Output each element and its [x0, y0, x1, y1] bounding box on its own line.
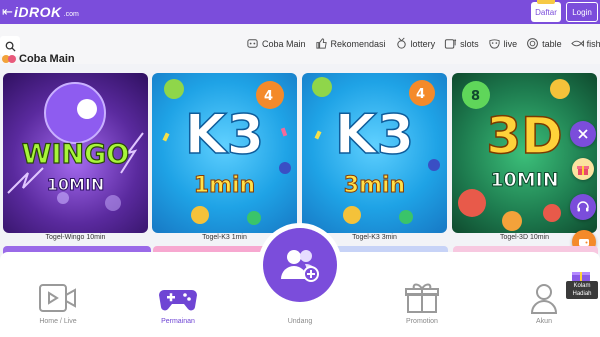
thumbs-up-icon — [315, 38, 327, 49]
gift-box-icon — [577, 166, 589, 175]
tab-promotion[interactable]: Promotion — [372, 282, 472, 325]
site-logo-suffix: .com — [63, 10, 79, 18]
invite-users-icon — [281, 250, 319, 282]
login-label: Login — [572, 7, 592, 17]
tab-lottery[interactable]: lottery — [395, 37, 436, 50]
gift-icon — [405, 283, 439, 313]
game-art-title: WINGO — [21, 138, 130, 170]
gift-box-button[interactable] — [572, 158, 594, 180]
close-icon — [578, 129, 588, 139]
tab-label: Promotion — [406, 318, 438, 325]
tab-table[interactable]: table — [526, 37, 562, 50]
game-card-wingo[interactable]: WINGO 10MIN Togel-Wingo 10min — [3, 73, 148, 248]
tab-label: Akun — [536, 318, 552, 325]
game-art: 4 K3 1min — [152, 73, 297, 233]
game-card-k3-1min[interactable]: 4 K3 1min Togel-K3 1min — [152, 73, 297, 248]
tab-fish[interactable]: fish — [570, 37, 600, 50]
tab-label: Undang — [287, 318, 313, 325]
game-art-title: K3 — [184, 102, 265, 167]
game-art: 4 K3 3min — [302, 73, 447, 233]
game-card-k3-3min[interactable]: 4 K3 3min Togel-K3 3min — [302, 73, 447, 248]
medal-icon — [396, 37, 406, 49]
game-art: WINGO 10MIN — [3, 73, 148, 233]
top-header: ⇤ iDROK .com Daftar Login — [0, 0, 600, 24]
svg-text:8: 8 — [471, 89, 480, 104]
game-grid: WINGO 10MIN Togel-Wingo 10min 4 K3 1min — [3, 73, 600, 248]
register-label: Daftar — [535, 7, 557, 17]
svg-text:4: 4 — [416, 87, 425, 102]
prize-pool-button[interactable]: Kolam Hadiah — [566, 270, 598, 300]
close-button[interactable] — [570, 121, 596, 147]
tab-permainan[interactable]: Permainan — [128, 282, 228, 325]
game-name: Togel-Wingo 10min — [45, 234, 106, 241]
back-arrow-icon[interactable]: ⇤ — [2, 4, 14, 20]
category-nav: Coba Main Rekomendasi lottery slots live… — [0, 24, 600, 64]
prize-pool-label-line1: Kolam — [573, 283, 591, 289]
tab-home-live[interactable]: Home / Live — [8, 282, 108, 325]
tab-coba-main[interactable]: Coba Main — [246, 37, 306, 50]
game-art-subtitle: 1min — [193, 173, 256, 199]
tab-label: live — [503, 38, 518, 49]
tab-label: Coba Main — [262, 38, 306, 49]
tab-label: slots — [460, 38, 479, 49]
game-art-subtitle: 10MIN — [46, 175, 105, 195]
chip-icon — [527, 38, 539, 49]
slot-machine-icon — [444, 39, 457, 49]
site-logo[interactable]: iDROK — [14, 4, 62, 20]
mask-icon — [488, 39, 500, 49]
svg-text:4: 4 — [264, 89, 273, 104]
invite-button[interactable] — [258, 223, 342, 307]
tab-slots[interactable]: slots — [444, 37, 479, 50]
customer-service-button[interactable] — [570, 194, 596, 220]
category-tabs: Coba Main Rekomendasi lottery slots live… — [246, 37, 600, 50]
tab-label: Home / Live — [39, 318, 77, 325]
headset-icon — [577, 201, 589, 212]
search-icon — [5, 41, 16, 52]
tab-label: Rekomendasi — [330, 38, 386, 49]
section-heading: Coba Main — [2, 53, 75, 65]
tab-label: fish — [586, 38, 600, 49]
tab-label: table — [542, 38, 562, 49]
prize-pool-label-line2: Hadiah — [572, 291, 592, 297]
game-art-title: K3 — [334, 102, 415, 167]
fish-icon — [570, 40, 584, 47]
tab-label: lottery — [410, 38, 436, 49]
tab-live[interactable]: live — [488, 37, 518, 50]
section-title: Coba Main — [19, 53, 75, 65]
register-button[interactable]: Daftar — [531, 0, 561, 22]
login-button[interactable]: Login — [566, 2, 598, 22]
game-art-subtitle: 3min — [343, 173, 406, 199]
toys-icon — [247, 39, 258, 48]
app-screen: ⇤ iDROK .com Daftar Login Coba Main Reko… — [0, 0, 600, 337]
tab-label: Permainan — [161, 318, 195, 325]
toys-icon — [2, 55, 16, 63]
tab-rekomendasi[interactable]: Rekomendasi — [315, 37, 386, 50]
prize-pool-label: Kolam Hadiah — [566, 281, 598, 299]
video-icon — [39, 284, 76, 312]
user-icon — [530, 284, 558, 314]
register-badge — [537, 0, 555, 4]
invite-button-inner — [263, 228, 337, 302]
gamepad-icon — [159, 290, 197, 311]
